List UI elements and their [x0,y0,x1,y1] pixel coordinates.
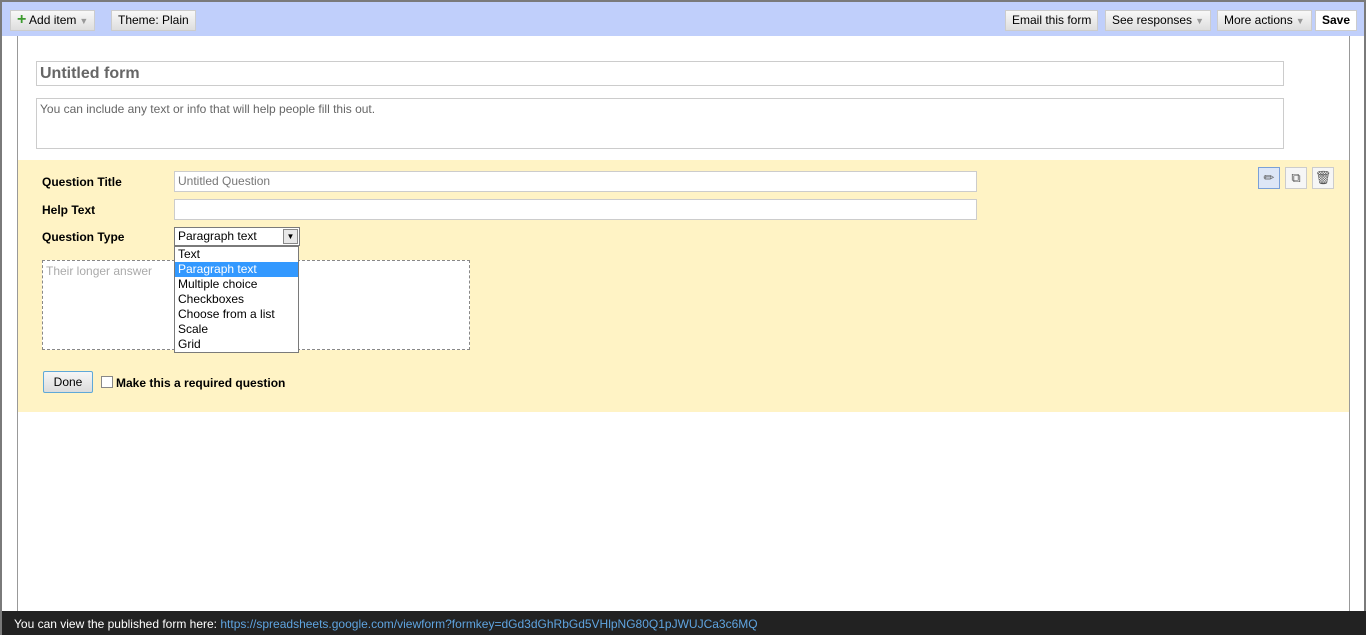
published-form-link[interactable]: https://spreadsheets.google.com/viewform… [220,617,757,631]
see-responses-button[interactable]: See responses ▼ [1105,10,1211,31]
option-grid[interactable]: Grid [175,337,298,352]
option-checkboxes[interactable]: Checkboxes [175,292,298,307]
required-label[interactable]: Make this a required question [116,376,285,390]
required-checkbox[interactable] [101,376,113,388]
question-type-select[interactable]: Paragraph text ▼ [174,227,300,246]
save-button[interactable]: Save [1315,10,1358,31]
option-multiple-choice[interactable]: Multiple choice [175,277,298,292]
help-text-input[interactable] [174,199,977,220]
chevron-down-icon: ▼ [79,16,89,26]
email-form-button[interactable]: Email this form [1005,10,1099,31]
see-responses-label: See responses [1112,13,1193,27]
more-actions-label: More actions [1224,13,1293,27]
done-button[interactable]: Done [43,371,93,393]
option-text[interactable]: Text [175,247,298,262]
help-text-label: Help Text [42,203,96,217]
chevron-down-icon[interactable]: ▼ [283,229,298,244]
form-description-input[interactable]: You can include any text or info that wi… [36,98,1284,149]
more-actions-button[interactable]: More actions ▼ [1217,10,1312,31]
option-paragraph-text[interactable]: Paragraph text [175,262,298,277]
add-item-label: Add item [29,13,77,27]
plus-icon: + [17,11,27,28]
toolbar: + Add item ▼ Theme: Plain Email this form… [2,2,1364,36]
theme-button[interactable]: Theme: Plain [111,10,196,31]
chevron-down-icon: ▼ [1295,16,1305,26]
question-title-label: Question Title [42,175,122,189]
question-type-dropdown: Text Paragraph text Multiple choice Chec… [174,246,299,353]
option-choose-from-list[interactable]: Choose from a list [175,307,298,322]
trash-icon[interactable]: 🗑 [1312,167,1334,189]
footer-text: You can view the published form here: [14,617,218,631]
form-title-input[interactable]: Untitled form [36,61,1284,86]
pencil-icon[interactable]: ✏ [1258,167,1280,189]
add-item-button[interactable]: + Add item ▼ [10,10,96,31]
footer-bar: You can view the published form here: ht… [2,611,1366,635]
question-type-value: Paragraph text [178,229,257,243]
question-title-input[interactable]: Untitled Question [174,171,977,192]
duplicate-icon[interactable]: ⧉ [1285,167,1307,189]
option-scale[interactable]: Scale [175,322,298,337]
chevron-down-icon: ▼ [1195,16,1204,26]
question-type-label: Question Type [42,230,125,244]
